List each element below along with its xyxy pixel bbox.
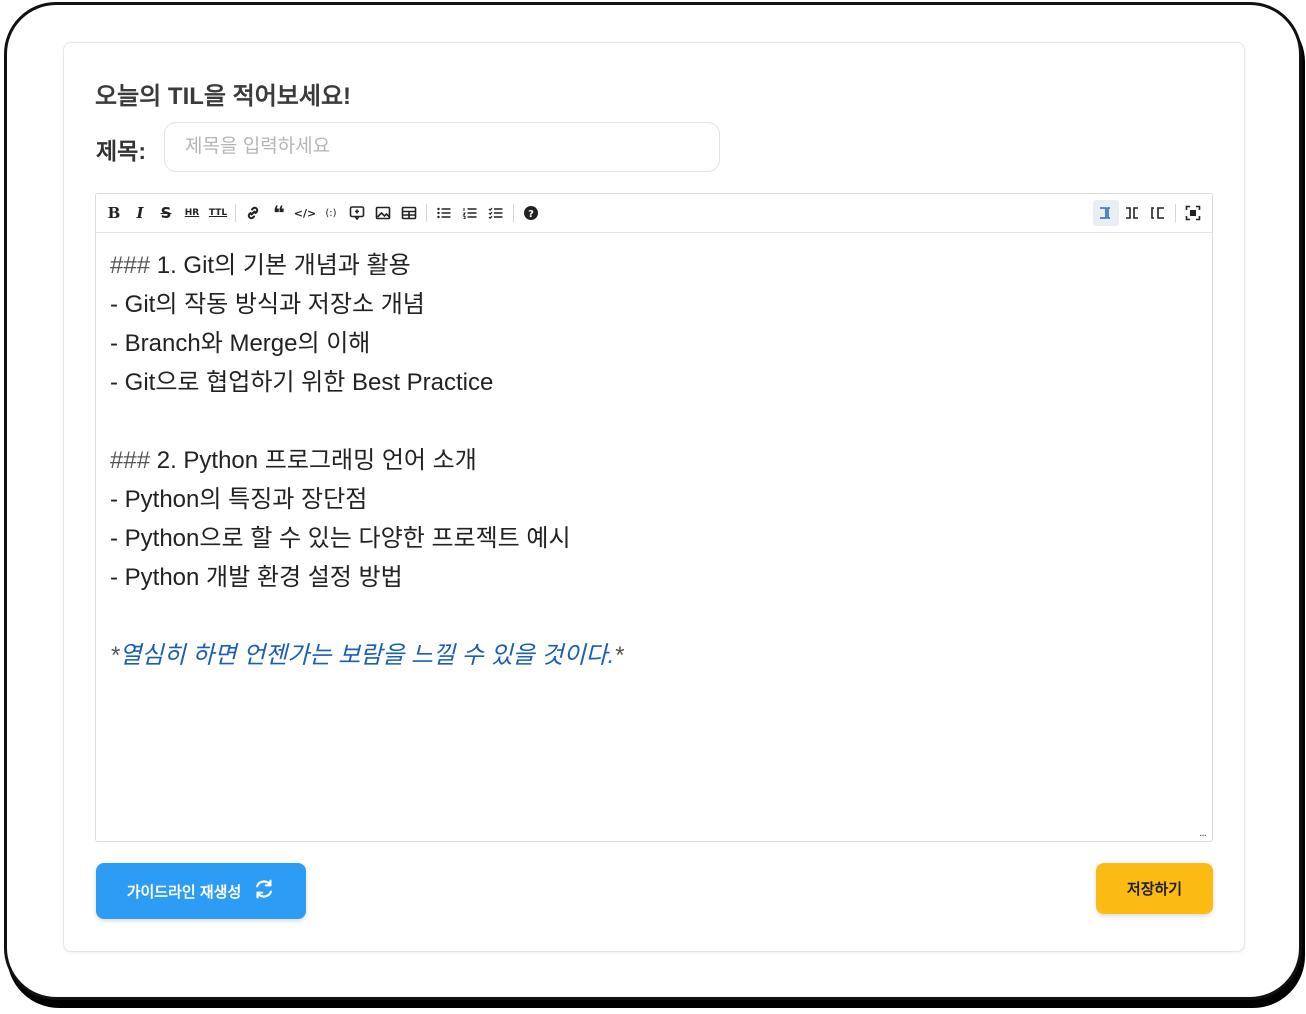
checklist-icon[interactable] bbox=[483, 200, 509, 226]
toolbar-separator bbox=[513, 204, 514, 222]
code-icon[interactable]: </> bbox=[292, 200, 318, 226]
preview-mode-icon[interactable] bbox=[1145, 200, 1171, 226]
regenerate-guideline-label: 가이드라인 재생성 bbox=[126, 883, 242, 901]
title-label: 제목: bbox=[96, 138, 146, 164]
markdown-list-item: - Git의 작동 방식과 저장소 개념 bbox=[110, 291, 425, 318]
toolbar-left-group: B I S HR TTL ❝ </> (:) ? bbox=[101, 194, 544, 232]
strikethrough-icon[interactable]: S bbox=[153, 200, 179, 226]
table-icon[interactable] bbox=[396, 200, 422, 226]
link-icon[interactable] bbox=[240, 200, 266, 226]
markdown-list-item: - Python으로 할 수 있는 다양한 프로젝트 예시 bbox=[110, 525, 571, 552]
editor-toolbar: B I S HR TTL ❝ </> (:) ? bbox=[96, 194, 1212, 233]
fullscreen-icon[interactable] bbox=[1180, 200, 1206, 226]
markdown-list-item: - Python의 특징과 장단점 bbox=[110, 486, 368, 513]
ordered-list-icon[interactable] bbox=[457, 200, 483, 226]
hr-icon[interactable]: HR bbox=[179, 200, 205, 226]
markdown-heading-line: ### 1. Git의 기본 개념과 활용 bbox=[110, 252, 411, 279]
bold-icon[interactable]: B bbox=[101, 200, 127, 226]
resize-handle[interactable]: ... bbox=[1199, 825, 1207, 839]
page-heading: 오늘의 TIL을 적어보세요! bbox=[95, 83, 352, 110]
editor-content[interactable]: ### 1. Git의 기본 개념과 활용 - Git의 작동 방식과 저장소 … bbox=[110, 246, 1198, 675]
markdown-list-item: - Python 개발 환경 설정 방법 bbox=[110, 564, 403, 591]
regenerate-guideline-button[interactable]: 가이드라인 재생성 bbox=[96, 863, 306, 919]
quote-icon[interactable]: ❝ bbox=[266, 200, 292, 226]
svg-text:?: ? bbox=[528, 209, 534, 220]
italic-icon[interactable]: I bbox=[127, 200, 153, 226]
italic-text: 열심히 하면 언젠가는 보람을 느낄 수 있을 것이다. bbox=[119, 642, 615, 669]
toolbar-separator bbox=[426, 204, 427, 222]
image-icon[interactable] bbox=[370, 200, 396, 226]
toolbar-separator bbox=[235, 204, 236, 222]
markdown-italic-line: *열심히 하면 언젠가는 보람을 느낄 수 있을 것이다.* bbox=[110, 642, 624, 669]
unordered-list-icon[interactable] bbox=[431, 200, 457, 226]
markdown-list-item: - Git으로 협업하기 위한 Best Practice bbox=[110, 369, 494, 396]
comment-icon[interactable] bbox=[344, 200, 370, 226]
live-mode-icon[interactable] bbox=[1119, 200, 1145, 226]
markdown-heading-line: ### 2. Python 프로그래밍 언어 소개 bbox=[110, 447, 477, 474]
toolbar-right-group bbox=[1093, 194, 1206, 232]
edit-mode-icon[interactable] bbox=[1093, 200, 1119, 226]
code-block-icon[interactable]: (:) bbox=[318, 200, 344, 226]
help-icon[interactable]: ? bbox=[518, 200, 544, 226]
title-input[interactable] bbox=[164, 122, 720, 172]
refresh-icon bbox=[253, 878, 275, 904]
markdown-list-item: - Branch와 Merge의 이해 bbox=[110, 330, 371, 357]
toolbar-separator bbox=[1175, 204, 1176, 222]
markdown-editor[interactable]: B I S HR TTL ❝ </> (:) ? ### 1. Git의 기본 … bbox=[95, 193, 1213, 842]
table-title-icon[interactable]: TTL bbox=[205, 200, 231, 226]
save-button[interactable]: 저장하기 bbox=[1096, 863, 1213, 914]
